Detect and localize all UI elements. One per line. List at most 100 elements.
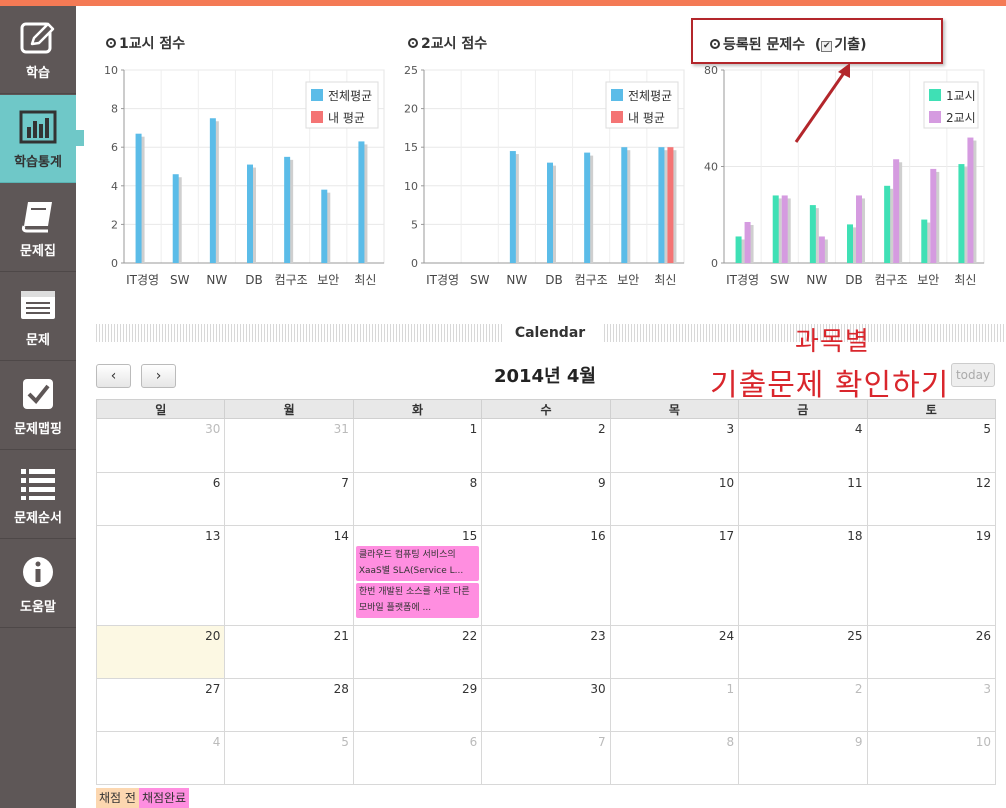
calendar-day-cell[interactable]: 30 (95, 418, 226, 473)
x-tick-label: NW (206, 273, 227, 287)
day-number: 29 (461, 682, 478, 696)
legend-label: 2교시 (946, 111, 976, 125)
calendar-event[interactable]: 클라우드 컴퓨팅 서비스의 XaaS별 SLA(Service L... (355, 546, 480, 581)
calendar-day-cell[interactable]: 29 (352, 678, 483, 732)
day-number: 4 (212, 735, 221, 749)
calendar-day-cell[interactable]: 23 (481, 625, 611, 679)
calendar-day-cell[interactable]: 15 클라우드 컴퓨팅 서비스의 XaaS별 SLA(Service L... 한번… (352, 525, 483, 626)
calendar-day-cell[interactable]: 14 (224, 525, 354, 626)
calendar-day-cell[interactable]: 4 (95, 731, 226, 785)
sidebar-item-help[interactable]: 도움말 (0, 540, 76, 628)
calendar-day-cell[interactable]: 3 (609, 418, 740, 473)
calendar-day-cell[interactable]: 20 (95, 625, 226, 679)
calendar-day-cell[interactable]: 24 (609, 625, 740, 679)
sidebar-item-question[interactable]: 문제 (0, 273, 76, 361)
x-tick-label: 보안 (917, 273, 939, 287)
calendar-day-cell[interactable]: 8 (352, 472, 483, 526)
calendar-day-cell[interactable]: 7 (224, 472, 354, 526)
day-number: 27 (205, 682, 221, 696)
calendar-day-cell[interactable]: 1 (352, 418, 483, 473)
day-number: 6 (469, 735, 478, 749)
calendar-day-cell[interactable]: 30 (481, 678, 611, 732)
bar-2 (744, 221, 751, 263)
calendar-day-cell[interactable]: 8 (609, 731, 740, 785)
sidebar-item-workbook[interactable]: 문제집 (0, 184, 76, 272)
calendar-day-cell[interactable]: 7 (481, 731, 611, 785)
prev-month-button[interactable]: ‹ (96, 364, 131, 388)
y-tick-label: 5 (411, 218, 418, 231)
x-tick-label: 최신 (654, 273, 676, 287)
sidebar-item-label: 문제순서 (14, 511, 62, 526)
day-number: 30 (590, 682, 606, 696)
calendar-day-cell[interactable]: 6 (95, 472, 226, 526)
x-tick-label: 컴구조 (875, 273, 908, 287)
calendar-day-cell[interactable]: 5 (866, 418, 997, 473)
calendar-day-cell[interactable]: 2 (738, 678, 868, 732)
y-tick-label: 20 (404, 103, 418, 116)
top-accent-bar (0, 0, 1006, 6)
calendar-day-cell[interactable]: 10 (609, 472, 740, 526)
bar-2 (930, 168, 937, 263)
calendar-day-cell[interactable]: 2 (481, 418, 611, 473)
calendar-day-cell[interactable]: 19 (866, 525, 997, 626)
calendar-day-cell[interactable]: 12 (866, 472, 997, 526)
day-number: 22 (461, 629, 478, 643)
annotation-highlight-box (691, 18, 943, 64)
bar-1 (847, 224, 853, 263)
sidebar-item-label: 문제집 (20, 244, 56, 259)
calendar-day-cell[interactable]: 10 (866, 731, 997, 785)
day-number: 9 (598, 476, 606, 490)
sidebar-item-order[interactable]: 문제순서 (0, 451, 76, 539)
day-number: 15 (461, 529, 478, 543)
day-number: 8 (469, 476, 478, 490)
today-button[interactable]: today (951, 363, 995, 387)
x-tick-label: IT경영 (426, 273, 459, 287)
next-month-button[interactable]: › (141, 364, 176, 388)
day-number: 30 (205, 422, 221, 436)
y-tick-label: 10 (404, 180, 418, 193)
calendar-day-cell[interactable]: 16 (481, 525, 611, 626)
y-tick-label: 8 (111, 103, 118, 116)
legend-label: 내 평균 (328, 111, 365, 125)
calendar-day-cell[interactable]: 3 (866, 678, 997, 732)
status-legend: 채점 전 채점완료 (96, 788, 190, 808)
calendar-day-cell[interactable]: 13 (95, 525, 226, 626)
x-tick-label: NW (506, 273, 527, 287)
calendar-event[interactable]: 한번 개발된 소스를 서로 다른 모바일 플랫폼에 ... (355, 583, 480, 618)
x-tick-label: DB (845, 273, 862, 287)
calendar-day-cell[interactable]: 18 (738, 525, 868, 626)
bar-2 (967, 137, 974, 263)
calendar-day-cell[interactable]: 25 (738, 625, 868, 679)
calendar-day-cell[interactable]: 6 (352, 731, 483, 785)
calendar-day-cell[interactable]: 22 (352, 625, 483, 679)
calendar-day-cell[interactable]: 11 (738, 472, 868, 526)
legend-swatch (611, 89, 623, 101)
legend-swatch (929, 89, 941, 101)
calendar-day-cell[interactable]: 21 (224, 625, 354, 679)
sidebar-item-mapping[interactable]: 문제맵핑 (0, 362, 76, 450)
x-tick-label: 보안 (317, 273, 339, 287)
calendar-day-cell[interactable]: 31 (224, 418, 354, 473)
calendar-day-cell[interactable]: 26 (866, 625, 997, 679)
calendar-day-cell[interactable]: 17 (609, 525, 740, 626)
calendar-day-cell[interactable]: 5 (224, 731, 354, 785)
legend-scored: 채점완료 (138, 788, 190, 808)
calendar-day-cell[interactable]: 9 (481, 472, 611, 526)
sidebar-item-stats[interactable]: 학습통계 (0, 95, 76, 183)
calendar-day-cell[interactable]: 27 (95, 678, 226, 732)
day-number: 7 (598, 735, 606, 749)
period1-score-chart: 0 2 4 6 8 10 IT경영 SW NW DB 컴구조 보안 최신 전체평균내 평균 (104, 64, 385, 287)
calendar-day-cell[interactable]: 9 (738, 731, 868, 785)
calendar-day-cell[interactable]: 1 (609, 678, 740, 732)
calendar-day-cell[interactable]: 28 (224, 678, 354, 732)
annotation-text-line1: 과목별 (795, 327, 870, 357)
bar-1 (958, 164, 965, 263)
sidebar-item-study[interactable]: 학습 (0, 6, 76, 94)
day-number: 2 (598, 422, 606, 436)
bar-1 (921, 219, 928, 263)
pencil-edit-icon (20, 22, 55, 54)
calendar-divider-left (96, 324, 504, 342)
y-tick-label: 0 (711, 257, 718, 270)
calendar-day-cell[interactable]: 4 (738, 418, 868, 473)
day-number: 8 (726, 735, 735, 749)
